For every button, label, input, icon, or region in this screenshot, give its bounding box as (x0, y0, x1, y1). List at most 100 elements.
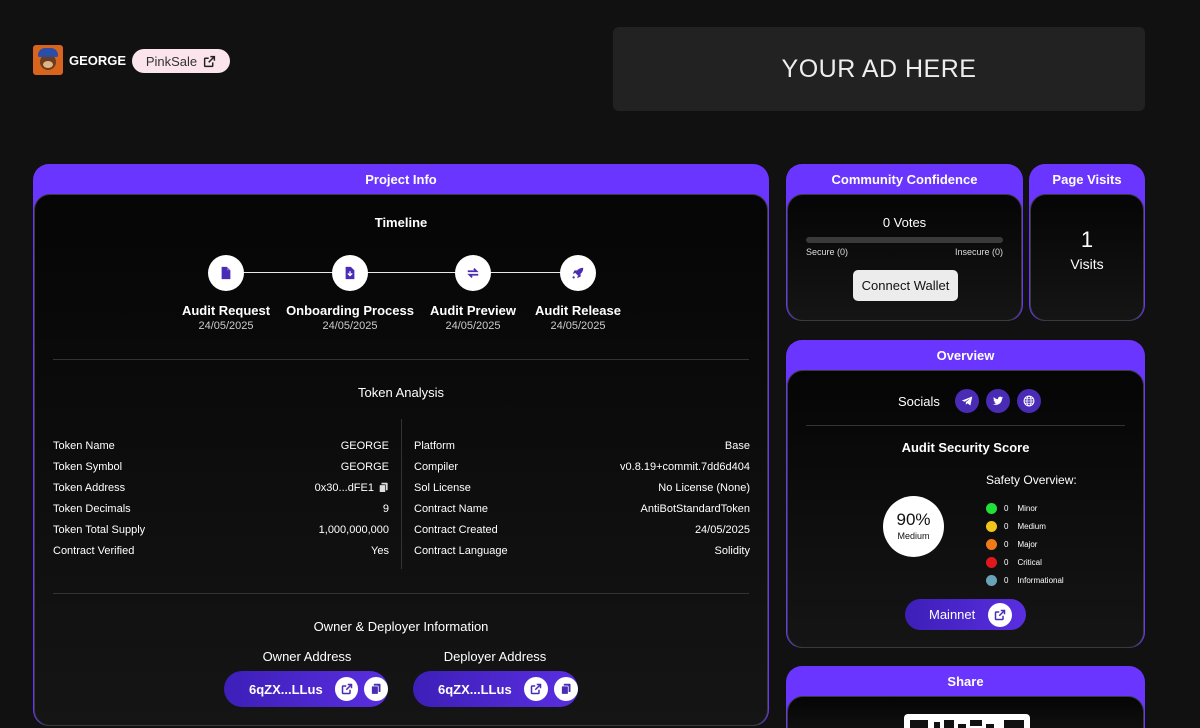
kv-row-sol-license: Sol License No License (None) (414, 477, 750, 498)
safety-count: 0 (1004, 557, 1009, 567)
external-link-icon (995, 609, 1006, 620)
safety-count: 0 (1004, 539, 1009, 549)
kv-row-contract-language: Contract Language Solidity (414, 540, 750, 561)
download-document-icon (345, 266, 355, 280)
safety-list: 0 Minor 0 Medium 0 Major 0 Critical 0 Informa… (986, 499, 1064, 589)
deployer-address-pill: 6qZX...LLus (413, 671, 578, 707)
socials-row: Socials (898, 389, 1041, 413)
project-info-body: Timeline Audit Request 24/05/2025 Onboar… (34, 194, 768, 726)
timeline-step-onboarding: Onboarding Process 24/05/2025 (280, 255, 420, 332)
visits-count: 1 (1080, 227, 1094, 252)
audit-score-title: Audit Security Score (901, 440, 1030, 455)
status-dot (986, 520, 997, 532)
status-dot (986, 538, 997, 550)
safety-count: 0 (1004, 521, 1009, 531)
page-visits-title: Page Visits (1052, 171, 1122, 187)
kv-key: Token Name (53, 439, 115, 452)
deployer-copy-button[interactable] (553, 677, 578, 701)
owner-open-button[interactable] (334, 677, 359, 701)
ad-text: YOUR AD HERE (781, 54, 977, 83)
safety-count: 0 (1004, 503, 1009, 513)
kv-value: No License (None) (658, 481, 750, 494)
safety-item-medium: 0 Medium (986, 517, 1064, 535)
external-link-icon (204, 55, 216, 67)
step-label: Onboarding Process (286, 303, 414, 318)
kv-row-total-supply: Token Total Supply 1,000,000,000 (53, 519, 389, 540)
twitter-icon (992, 396, 1004, 405)
qr-code (904, 714, 1030, 728)
kv-row-token-address: Token Address 0x30...dFE1 (53, 477, 389, 498)
pinksale-link[interactable]: PinkSale (132, 49, 230, 73)
vertical-separator (401, 419, 402, 569)
ad-banner[interactable]: YOUR AD HERE (613, 27, 1145, 111)
project-info-card: Project Info Timeline Audit Request 24/0… (33, 164, 769, 726)
kv-row-contract-created: Contract Created 24/05/2025 (414, 519, 750, 540)
project-header: GEORGE (33, 45, 126, 75)
kv-key: Platform (414, 439, 455, 452)
status-dot (986, 574, 997, 586)
secure-count: Secure (0) (806, 247, 849, 257)
deployer-address-value: 6qZX...LLus (438, 681, 512, 697)
kv-key: Token Address (53, 481, 126, 494)
safety-label: Informational (1017, 575, 1064, 585)
owner-copy-button[interactable] (364, 677, 388, 701)
safety-overview-title: Safety Overview: (986, 473, 1077, 487)
kv-key: Contract Verified (53, 544, 135, 557)
kv-value: Base (724, 439, 750, 452)
step-label: Audit Request (181, 303, 271, 318)
copy-icon (560, 683, 571, 695)
kv-key: Token Total Supply (53, 523, 146, 536)
page-visits-card: Page Visits 1 Visits (1029, 164, 1145, 321)
step-date: 24/05/2025 (198, 320, 254, 332)
kv-row-token-symbol: Token Symbol GEORGE (53, 456, 389, 477)
status-dot (986, 502, 997, 514)
safety-label: Major (1017, 539, 1038, 549)
kv-value: GEORGE (340, 460, 389, 473)
kv-key: Contract Language (414, 544, 508, 557)
website-link[interactable] (1016, 389, 1041, 413)
pinksale-label: PinkSale (145, 53, 198, 69)
kv-key: Token Decimals (53, 502, 131, 515)
vote-bar (806, 237, 1003, 243)
kv-key: Contract Created (414, 523, 498, 536)
document-icon (221, 266, 231, 280)
twitter-link[interactable] (985, 389, 1010, 413)
project-name: GEORGE (69, 52, 127, 68)
token-info-right: Platform Base Compiler v0.8.19+commit.7dd6… (414, 435, 750, 561)
safety-item-informational: 0 Informational (986, 571, 1064, 589)
step-date: 24/05/2025 (322, 320, 378, 332)
community-title: Community Confidence (831, 171, 978, 187)
mainnet-label: Mainnet (929, 607, 976, 622)
divider (53, 359, 749, 360)
timeline-step-audit-release: Audit Release 24/05/2025 (508, 255, 648, 332)
visits-label: Visits (1070, 256, 1104, 272)
status-dot (986, 556, 997, 568)
divider (806, 425, 1125, 426)
telegram-link[interactable] (954, 389, 979, 413)
project-info-title: Project Info (365, 171, 437, 187)
project-avatar (33, 45, 63, 75)
kv-key: Contract Name (414, 502, 488, 515)
overview-title: Overview (936, 347, 995, 363)
owner-deployer-title: Owner & Deployer Information (313, 619, 489, 634)
mainnet-button[interactable]: Mainnet (905, 599, 1026, 630)
copy-icon[interactable] (378, 482, 389, 493)
kv-row-compiler: Compiler v0.8.19+commit.7dd6d404 (414, 456, 750, 477)
external-link-icon (530, 683, 541, 695)
kv-value: Yes (371, 544, 389, 557)
external-link-icon (341, 683, 352, 695)
safety-item-minor: 0 Minor (986, 499, 1064, 517)
kv-value: 24/05/2025 (694, 523, 750, 536)
insecure-count: Insecure (0) (954, 247, 1003, 257)
connect-wallet-button[interactable]: Connect Wallet (853, 270, 958, 301)
deployer-open-button[interactable] (523, 677, 548, 701)
kv-value: 1,000,000,000 (318, 523, 389, 536)
score-percent: 90% (896, 510, 931, 529)
safety-label: Critical (1017, 557, 1042, 567)
score-level: Medium (897, 531, 930, 541)
owner-address-value: 6qZX...LLus (249, 681, 323, 697)
safety-count: 0 (1004, 575, 1009, 585)
share-title: Share (947, 673, 984, 689)
kv-row-token-name: Token Name GEORGE (53, 435, 389, 456)
mainnet-open-button[interactable] (988, 602, 1013, 627)
